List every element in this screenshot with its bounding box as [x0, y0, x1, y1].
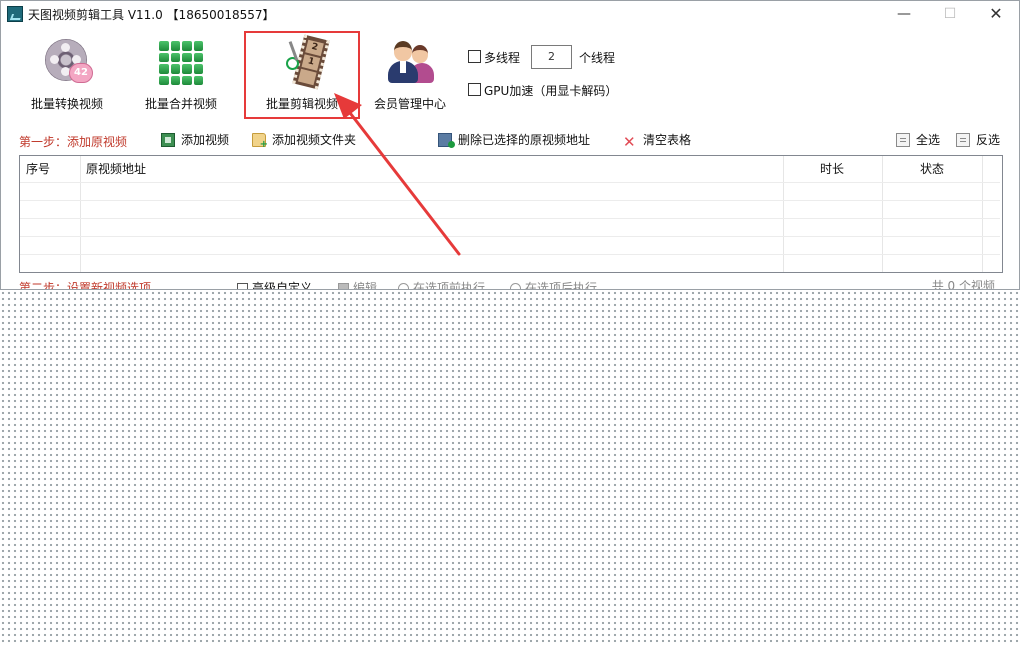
row-divider [20, 254, 1000, 255]
advanced-checkbox[interactable] [237, 283, 248, 289]
batch-cut-button[interactable]: 2 1 批量剪辑视频 [244, 31, 360, 119]
header-index[interactable]: 序号 [26, 160, 50, 177]
batch-cut-label: 批量剪辑视频 [265, 97, 338, 111]
edit-option[interactable]: 编辑 [338, 279, 378, 290]
run-before-option[interactable]: 在选项前执行 [398, 279, 486, 290]
run-after-label: 在选项后执行 [525, 281, 598, 290]
delete-video-icon [438, 132, 455, 148]
invert-select-button[interactable]: 反选 [956, 131, 1000, 149]
maximize-button[interactable]: ☐ [927, 1, 973, 27]
obscured-region [0, 290, 1020, 645]
run-after-radio[interactable] [510, 283, 521, 289]
video-count: 共 0 个视频 [931, 279, 995, 290]
thread-suffix-label: 个线程 [579, 51, 616, 65]
header-path[interactable]: 原视频地址 [86, 160, 146, 177]
run-before-radio[interactable] [398, 283, 409, 289]
run-after-option[interactable]: 在选项后执行 [510, 279, 598, 290]
edit-label: 编辑 [353, 281, 378, 290]
clear-table-label: 清空表格 [643, 133, 692, 147]
invert-select-icon [956, 132, 970, 147]
gpu-label: GPU加速（用显卡解码） [484, 84, 618, 98]
add-folder-label: 添加视频文件夹 [272, 133, 357, 147]
run-before-label: 在选项前执行 [413, 281, 486, 290]
multithread-checkbox[interactable] [468, 50, 481, 63]
batch-merge-label: 批量合并视频 [144, 97, 217, 111]
app-window: 天图视频剪辑工具 V11.0 【18650018557】 — ☐ ✕ 42 批量… [0, 0, 1020, 290]
batch-convert-label: 批量转换视频 [30, 97, 103, 111]
convert-badge: 42 [69, 63, 93, 83]
app-logo-icon [7, 6, 23, 22]
video-table[interactable]: 序号 原视频地址 时长 状态 [19, 155, 1003, 273]
batch-convert-button[interactable]: 42 批量转换视频 [15, 33, 119, 117]
thread-count-input[interactable]: 2 [531, 45, 572, 69]
gpu-checkbox[interactable] [468, 83, 481, 96]
row-divider [20, 236, 1000, 237]
row-divider [20, 200, 1000, 201]
users-icon [384, 35, 436, 87]
row-divider [20, 182, 1000, 183]
add-video-icon [161, 132, 175, 147]
minimize-button[interactable]: — [881, 1, 927, 27]
delete-selected-label: 删除已选择的原视频地址 [458, 133, 591, 147]
batch-merge-button[interactable]: 批量合并视频 [129, 33, 233, 117]
multithread-label: 多线程 [484, 51, 521, 65]
delete-selected-button[interactable]: 删除已选择的原视频地址 [438, 131, 590, 149]
select-all-icon [896, 132, 910, 147]
invert-select-label: 反选 [976, 133, 1001, 147]
header-status[interactable]: 状态 [920, 160, 944, 177]
add-video-label: 添加视频 [181, 133, 230, 147]
advanced-label: 高级自定义 [252, 281, 313, 290]
edit-checkbox[interactable] [338, 283, 349, 289]
select-all-label: 全选 [916, 133, 941, 147]
advanced-custom-option[interactable]: 高级自定义 [237, 279, 313, 290]
window-title: 天图视频剪辑工具 V11.0 【18650018557】 [28, 8, 275, 22]
film-scissors-icon: 2 1 [276, 34, 330, 90]
step1-label: 第一步：添加原视频 [19, 135, 128, 149]
add-video-button[interactable]: 添加视频 [161, 131, 229, 149]
member-center-button[interactable]: 会员管理中心 [358, 33, 462, 117]
step2-label: 第二步：设置新视频选项 [19, 281, 152, 290]
select-all-button[interactable]: 全选 [896, 131, 940, 149]
member-center-label: 会员管理中心 [373, 97, 446, 111]
title-bar: 天图视频剪辑工具 V11.0 【18650018557】 — ☐ ✕ [1, 1, 1019, 27]
add-folder-button[interactable]: 添加视频文件夹 [252, 131, 357, 150]
grid-merge-icon [155, 35, 207, 87]
table-header: 序号 原视频地址 时长 状态 [20, 156, 1002, 182]
header-duration[interactable]: 时长 [820, 160, 844, 177]
close-button[interactable]: ✕ [973, 1, 1019, 27]
clear-x-icon: ✕ [623, 132, 636, 151]
film-reel-icon: 42 [41, 35, 93, 87]
row-divider [20, 218, 1000, 219]
add-folder-icon [252, 132, 268, 150]
clear-table-button[interactable]: ✕ 清空表格 [623, 131, 692, 151]
